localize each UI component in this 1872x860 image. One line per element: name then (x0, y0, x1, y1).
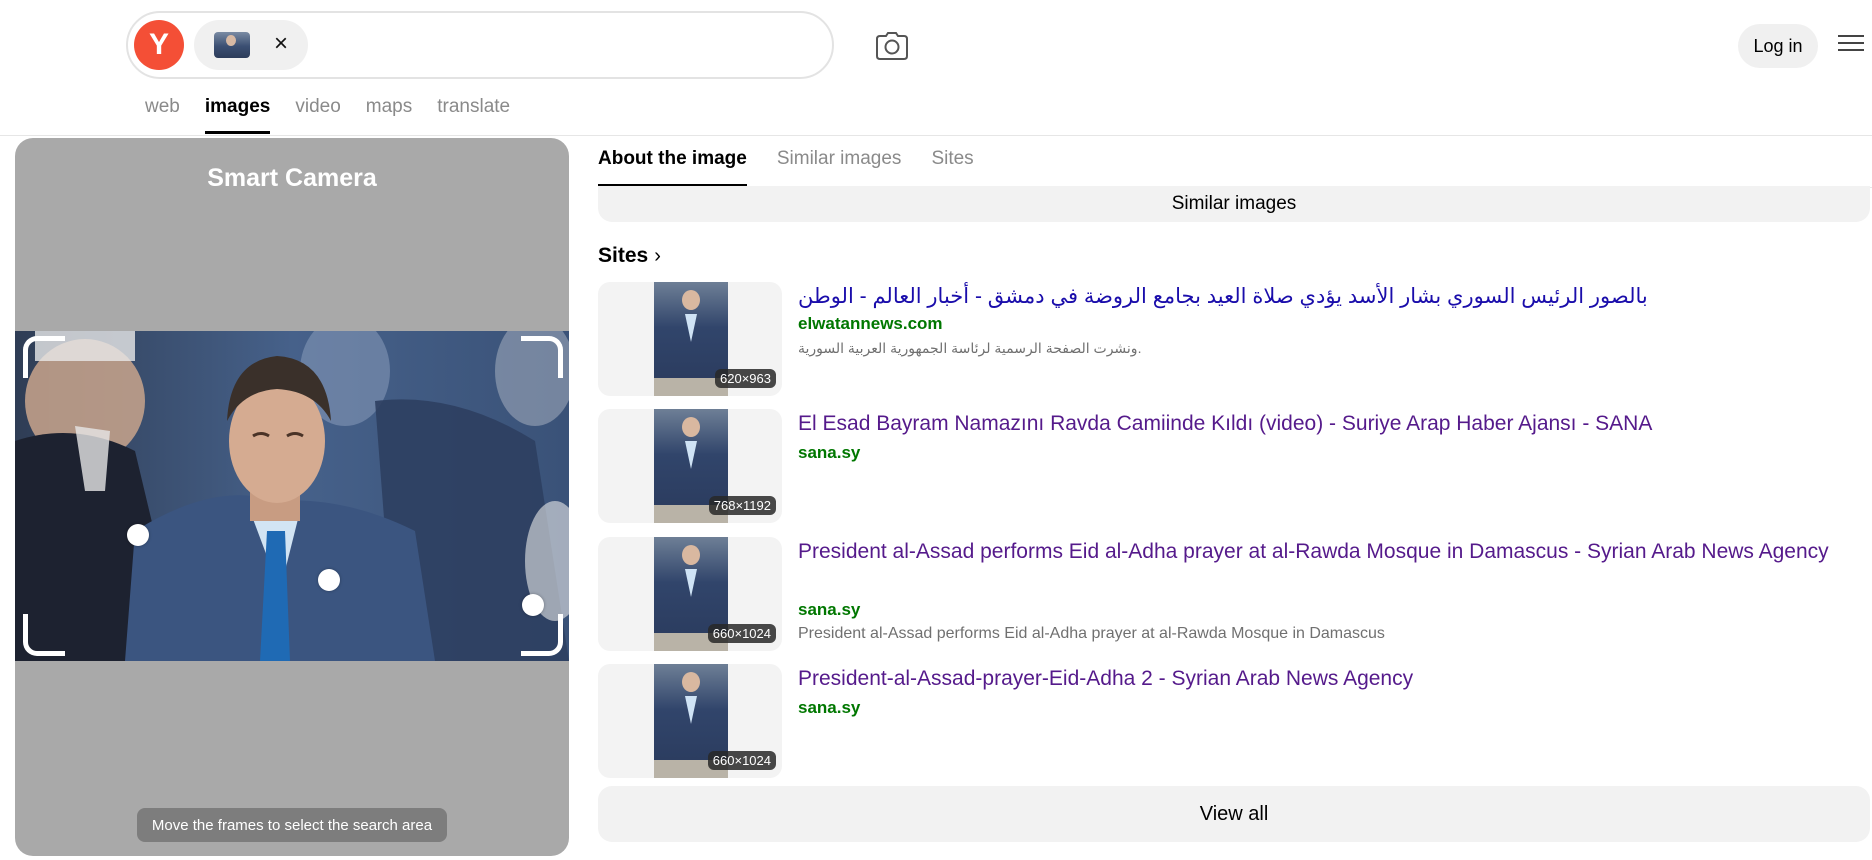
query-photo[interactable] (15, 331, 569, 661)
image-dimensions: 620×963 (715, 369, 776, 388)
close-icon[interactable]: × (269, 30, 293, 57)
image-dimensions: 660×1024 (707, 751, 776, 770)
crop-frame-bottom-left-handle[interactable] (23, 614, 65, 656)
nav-web[interactable]: web (145, 96, 180, 134)
site-domain-link[interactable]: sana.sy (798, 443, 860, 463)
site-title-link[interactable]: بالصور الرئيس السوري بشار الأسد يؤدي صلا… (798, 282, 1648, 312)
header: Y × Log in web images video maps transla… (0, 0, 1872, 136)
site-thumbnail[interactable]: 660×1024 (598, 537, 782, 651)
result-tabs: About the image Similar images Sites (598, 136, 1872, 188)
site-result: 660×1024 President al-Assad performs Eid… (598, 537, 1870, 651)
site-result: 660×1024 President-al-Assad-prayer-Eid-A… (598, 664, 1870, 778)
image-dimensions: 768×1192 (708, 496, 776, 515)
site-domain-link[interactable]: sana.sy (798, 698, 860, 718)
login-button[interactable]: Log in (1738, 24, 1818, 68)
nav-translate[interactable]: translate (437, 96, 510, 134)
object-hotspot-dot[interactable] (318, 569, 340, 591)
sites-heading-link[interactable]: Sites › (598, 244, 661, 268)
chevron-right-icon: › (654, 244, 661, 267)
crop-frame-top-left-handle[interactable] (23, 336, 65, 378)
sites-heading-label: Sites (598, 244, 649, 267)
site-title-link[interactable]: El Esad Bayram Namazını Ravda Camiinde K… (798, 409, 1858, 439)
site-title-link[interactable]: President-al-Assad-prayer-Eid-Adha 2 - S… (798, 664, 1858, 694)
hamburger-menu-icon[interactable] (1836, 30, 1866, 60)
nav-maps[interactable]: maps (366, 96, 412, 134)
site-thumbnail[interactable]: 620×963 (598, 282, 782, 396)
site-description: President al-Assad performs Eid al-Adha … (798, 625, 1385, 642)
smart-camera-panel: Smart Camera Move the frames to select t… (15, 138, 569, 856)
image-dimensions: 660×1024 (707, 624, 776, 643)
site-result: 620×963 بالصور الرئيس السوري بشار الأسد … (598, 282, 1870, 396)
view-all-sites-button[interactable]: View all (598, 786, 1870, 842)
query-image-thumbnail (214, 32, 250, 58)
object-hotspot-dot[interactable] (127, 524, 149, 546)
tab-similar-images[interactable]: Similar images (777, 136, 902, 188)
crop-frame-top-right-handle[interactable] (521, 336, 563, 378)
crop-frame-bottom-right-handle[interactable] (521, 614, 563, 656)
site-thumbnail[interactable]: 660×1024 (598, 664, 782, 778)
site-domain-link[interactable]: elwatannews.com (798, 314, 943, 334)
similar-images-button[interactable]: Similar images (598, 186, 1870, 222)
image-query-chip[interactable]: × (194, 20, 308, 70)
tab-sites[interactable]: Sites (931, 136, 973, 188)
camera-search-icon[interactable] (872, 26, 912, 66)
site-description: .ونشرت الصفحة الرسمية لرئاسة الجمهورية ا… (798, 340, 1142, 356)
search-type-nav: web images video maps translate (145, 96, 535, 134)
yandex-logo-icon[interactable]: Y (134, 20, 184, 70)
site-domain-link[interactable]: sana.sy (798, 600, 860, 620)
site-thumbnail[interactable]: 768×1192 (598, 409, 782, 523)
tab-about-the-image[interactable]: About the image (598, 136, 747, 188)
nav-images[interactable]: images (204, 96, 271, 134)
site-title-link[interactable]: President al-Assad performs Eid al-Adha … (798, 537, 1858, 567)
smart-camera-title: Smart Camera (207, 164, 377, 192)
site-result: 768×1192 El Esad Bayram Namazını Ravda C… (598, 409, 1870, 523)
nav-video[interactable]: video (295, 96, 340, 134)
crop-hint-tooltip: Move the frames to select the search are… (137, 808, 447, 842)
object-hotspot-dot[interactable] (522, 594, 544, 616)
